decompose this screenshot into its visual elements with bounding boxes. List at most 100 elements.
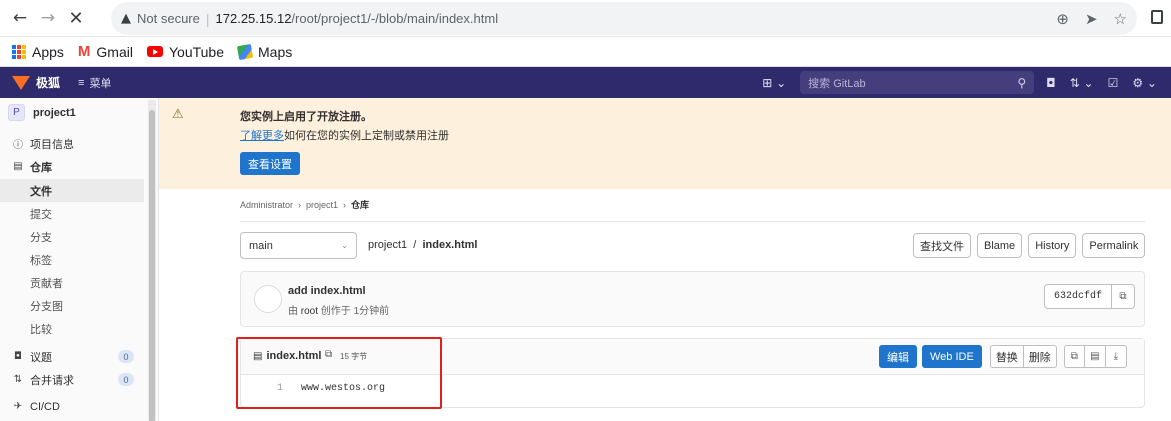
bookmark-label: Maps	[258, 43, 293, 60]
merge-requests-icon[interactable]: ⇅ ⌄	[1070, 76, 1094, 90]
sidebar-item-merge-requests[interactable]: ⇅ 合并请求 0	[0, 368, 144, 391]
alert-title: 您实例上启用了开放注册。	[240, 111, 372, 123]
sidebar-item-graph[interactable]: 分支图	[0, 294, 144, 317]
breadcrumb: Administrator › project1 › 仓库	[240, 198, 369, 211]
avatar[interactable]	[254, 285, 282, 313]
issues-icon[interactable]: ◘	[1046, 76, 1056, 90]
info-icon: ⓘ	[13, 140, 23, 151]
bookmark-apps[interactable]: Apps	[12, 44, 64, 60]
breadcrumb-item[interactable]: 仓库	[351, 198, 369, 211]
sidebar-item-label: 贡献者	[30, 277, 63, 290]
url-host: 172.25.15.12	[215, 11, 292, 26]
scrollbar-thumb[interactable]	[149, 110, 155, 421]
youtube-icon	[146, 46, 163, 57]
commit-message[interactable]: add index.html	[288, 285, 366, 297]
stop-loading-icon[interactable]: ✕	[62, 4, 90, 32]
delete-button[interactable]: 删除	[1023, 345, 1057, 368]
send-icon[interactable]: ➤	[1085, 10, 1098, 28]
sidebar-item-tags[interactable]: 标签	[0, 248, 144, 271]
search-placeholder: 搜索 GitLab	[808, 77, 866, 90]
file-path: project1 / index.html	[368, 239, 477, 251]
bookmark-youtube[interactable]: YouTube	[146, 44, 224, 60]
breadcrumb-item[interactable]: project1	[306, 200, 338, 210]
bookmark-label: Apps	[32, 43, 64, 60]
address-bar[interactable]: ▲ Not secure | 172.25.15.12/root/project…	[111, 2, 1137, 35]
blame-button[interactable]: Blame	[977, 233, 1023, 258]
star-bookmark-icon[interactable]: ☆	[1114, 10, 1127, 28]
sidebar-item-label: 标签	[30, 254, 52, 267]
bookmark-gmail[interactable]: M Gmail	[78, 43, 133, 60]
sidebar-item-label: 分支图	[30, 300, 63, 313]
url-text[interactable]: 172.25.15.12/root/project1/-/blob/main/i…	[216, 11, 499, 26]
raw-file-icon[interactable]: ▤	[1084, 345, 1106, 368]
issues-count-badge: 0	[118, 350, 134, 363]
security-label: Not secure	[137, 11, 200, 26]
history-button[interactable]: History	[1028, 233, 1077, 258]
address-separator: |	[205, 10, 210, 27]
learn-more-link[interactable]: 了解更多	[240, 130, 284, 142]
mr-count-badge: 0	[118, 373, 134, 386]
sidebar-item-commits[interactable]: 提交	[0, 202, 144, 225]
todos-icon[interactable]: ☑	[1108, 76, 1119, 90]
gitlab-logo-icon[interactable]	[12, 75, 30, 90]
bookmark-maps[interactable]: Maps	[236, 43, 293, 60]
copy-sha-icon[interactable]: ⧉	[1111, 284, 1135, 309]
commit-time: 创作于 1分钟前	[320, 306, 390, 317]
sidebar-item-compare[interactable]: 比较	[0, 317, 144, 340]
sidebar-item-label: 仓库	[30, 161, 52, 174]
last-commit-box: add index.html 由 root 创作于 1分钟前 632dcfdf …	[240, 271, 1145, 327]
permalink-button[interactable]: Permalink	[1082, 233, 1146, 258]
warning-icon: ⚠	[172, 107, 184, 122]
alert-body-text: 如何在您的实例上定制或禁用注册	[284, 130, 449, 142]
find-file-button[interactable]: 查找文件	[913, 233, 971, 258]
gitlab-top-nav: 极狐 ≡ 菜单 ⊞ ⌄ 搜索 GitLab ⚲ ◘ ⇅ ⌄ ☑ ⚙ ⌄	[0, 67, 1171, 98]
hamburger-icon: ≡	[78, 76, 85, 89]
sidebar-project-name: project1	[33, 106, 76, 119]
zoom-icon[interactable]: ⊕	[1056, 10, 1069, 28]
sidebar-scrollbar[interactable]	[148, 100, 156, 421]
warning-triangle-icon[interactable]: ▲	[121, 11, 131, 26]
merge-request-icon: ⇅	[13, 374, 23, 385]
download-icon[interactable]: ⤓	[1105, 345, 1127, 368]
sidebar-item-label: 文件	[30, 185, 52, 198]
divider	[240, 221, 1145, 222]
sidebar-item-issues[interactable]: ◘ 议题 0	[0, 345, 144, 368]
file-path-separator: /	[413, 239, 417, 251]
copy-contents-icon[interactable]: ⧉	[1063, 345, 1085, 368]
browser-toolbar: ← → ✕ ▲ Not secure | 172.25.15.12/root/p…	[0, 0, 1171, 37]
sidebar-item-branches[interactable]: 分支	[0, 225, 144, 248]
project-sidebar: P project1 ⓘ 项目信息 ▤ 仓库 文件 提交 分支 标签 贡献者 分…	[0, 98, 159, 421]
sidebar-item-files[interactable]: 文件	[0, 179, 144, 202]
alert-body: 了解更多如何在您的实例上定制或禁用注册	[240, 127, 449, 143]
sidebar-item-label: 比较	[30, 323, 52, 336]
commit-sha[interactable]: 632dcfdf	[1044, 284, 1112, 309]
branch-selector[interactable]: main ⌄	[240, 232, 357, 259]
branch-name: main	[249, 239, 273, 252]
sidebar-item-project-info[interactable]: ⓘ 项目信息	[0, 132, 144, 155]
sidebar-project[interactable]: P project1	[8, 104, 76, 121]
apps-grid-icon	[12, 44, 26, 59]
back-arrow-icon[interactable]: ←	[6, 4, 34, 32]
gitlab-brand[interactable]: 极狐	[36, 74, 60, 91]
create-new-icon[interactable]: ⊞ ⌄	[762, 76, 786, 90]
main-menu-button[interactable]: ≡ 菜单	[78, 75, 111, 91]
web-ide-button[interactable]: Web IDE	[922, 345, 982, 368]
edit-button[interactable]: 编辑	[879, 345, 917, 368]
issues-icon: ◘	[14, 351, 22, 362]
commit-author[interactable]: root	[301, 306, 318, 317]
chevron-down-icon: ⌄	[341, 241, 348, 250]
file-actions: 查找文件 Blame History Permalink	[913, 233, 1146, 258]
replace-button[interactable]: 替换	[989, 345, 1024, 368]
sidebar-item-cicd[interactable]: ✈ CI/CD	[0, 395, 144, 418]
view-settings-button[interactable]: 查看设置	[240, 152, 300, 175]
file-path-project[interactable]: project1	[368, 239, 407, 251]
window-icon[interactable]	[1151, 10, 1163, 24]
help-icon[interactable]: ⚙ ⌄	[1132, 76, 1157, 90]
url-path: /root/project1/-/blob/main/index.html	[291, 11, 499, 26]
search-input[interactable]: 搜索 GitLab ⚲	[800, 71, 1035, 94]
forward-arrow-icon[interactable]: →	[34, 4, 62, 32]
search-icon: ⚲	[1017, 75, 1027, 90]
sidebar-item-contributors[interactable]: 贡献者	[0, 271, 144, 294]
sidebar-item-repository[interactable]: ▤ 仓库	[0, 155, 144, 178]
breadcrumb-item[interactable]: Administrator	[240, 200, 293, 210]
